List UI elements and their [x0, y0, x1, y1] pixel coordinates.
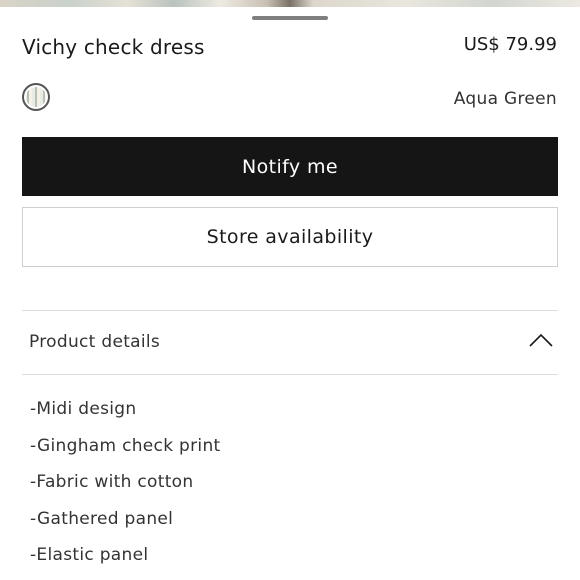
list-item: -Gathered panel	[30, 508, 174, 529]
divider	[22, 374, 558, 375]
color-swatch[interactable]	[22, 83, 50, 111]
product-details-toggle[interactable]: Product details	[22, 311, 558, 374]
chevron-up-icon	[529, 333, 553, 347]
product-image-edge	[0, 0, 580, 7]
product-price: US$ 79.99	[463, 34, 557, 55]
selected-color-name: Aqua Green	[453, 89, 557, 109]
store-availability-label: Store availability	[206, 226, 374, 248]
product-title: Vichy check dress	[22, 35, 205, 59]
notify-me-button[interactable]: Notify me	[22, 137, 558, 196]
list-item: -Elastic panel	[30, 545, 149, 565]
list-item: -Gingham check print	[30, 435, 221, 456]
list-item: -Midi design	[30, 399, 137, 419]
list-item: -Fabric with cotton	[30, 472, 194, 492]
product-details-label: Product details	[29, 332, 161, 352]
notify-me-label: Notify me	[241, 155, 338, 178]
product-sheet: Vichy check dress US$ 79.99 Aqua Green N…	[0, 0, 580, 580]
sheet-drag-handle[interactable]	[252, 16, 328, 20]
product-details-list: -Midi design -Gingham check print -Fabri…	[30, 396, 221, 579]
store-availability-button[interactable]: Store availability	[22, 207, 558, 267]
